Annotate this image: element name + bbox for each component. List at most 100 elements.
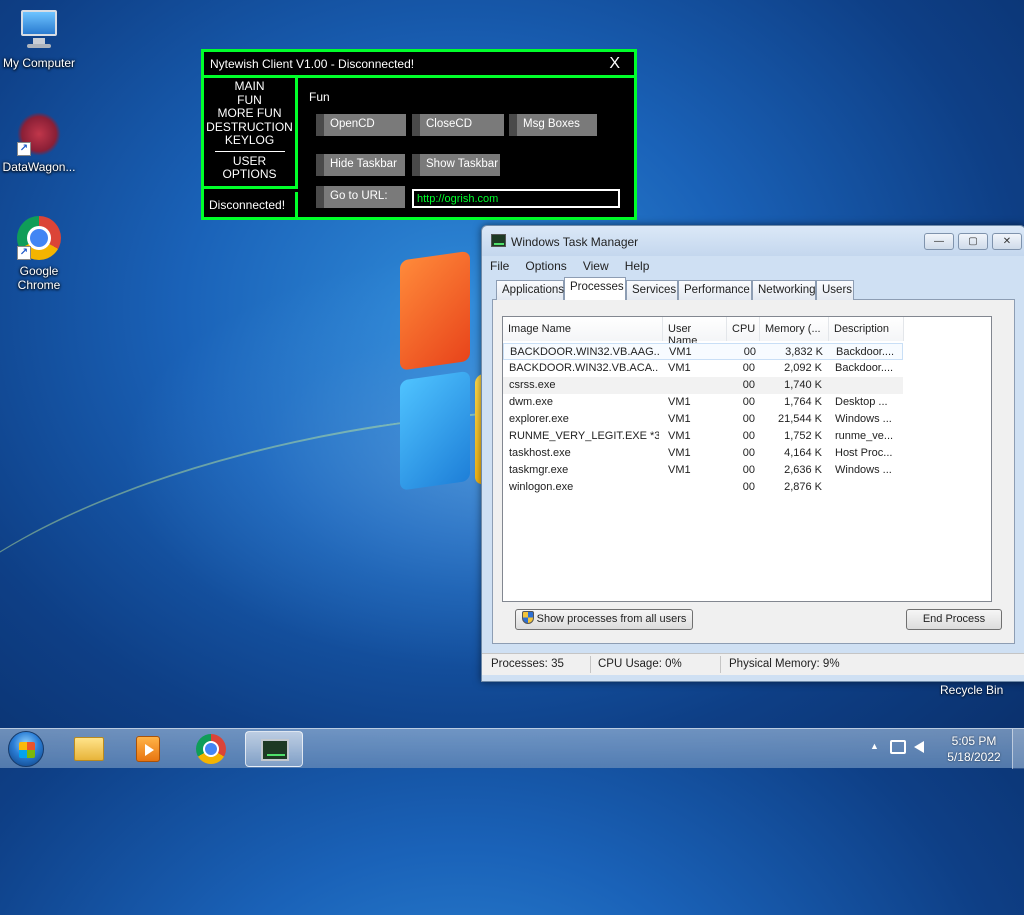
cell-desc: Backdoor....: [836, 346, 895, 358]
table-row[interactable]: RUNME_VERY_LEGIT.EXE *32 VM1 00 1,752 K runm…: [503, 428, 903, 445]
menu-item-more-fun[interactable]: MORE FUN: [204, 106, 295, 121]
status-bar: Processes: 35 CPU Usage: 0% Physical Mem…: [482, 653, 1024, 675]
menu-item-destruction[interactable]: DESTRUCTION: [204, 120, 295, 135]
start-button[interactable]: [8, 731, 44, 767]
show-all-processes-button[interactable]: Show processes from all users: [515, 609, 693, 630]
table-row[interactable]: BACKDOOR.WIN32.VB.AAG... VM1 00 3,832 K Back…: [503, 343, 903, 360]
closecd-button[interactable]: CloseCD: [412, 114, 504, 136]
cell-mem: 2,092 K: [784, 362, 822, 374]
cell-name: BACKDOOR.WIN32.VB.AAG...: [510, 346, 660, 358]
table-row[interactable]: BACKDOOR.WIN32.VB.ACA... VM1 00 2,092 K Back…: [503, 360, 903, 377]
cell-desc: runme_ve...: [835, 430, 894, 442]
desktop-icon-label: My Computer: [2, 56, 76, 70]
chrome-icon: [196, 734, 226, 764]
window-title: Windows Task Manager: [511, 235, 639, 249]
menu-item-main[interactable]: MAIN: [204, 79, 295, 94]
desktop-icon-label: DataWagon...: [2, 160, 76, 174]
network-icon[interactable]: [890, 740, 906, 754]
minimize-button[interactable]: —: [924, 233, 954, 250]
cell-mem: 1,764 K: [784, 396, 822, 408]
cell-mem: 2,636 K: [784, 464, 822, 476]
cell-mem: 21,544 K: [777, 413, 822, 425]
cell-user: VM1: [668, 430, 691, 442]
folder-icon: [74, 737, 104, 761]
url-input[interactable]: [412, 189, 620, 208]
taskbar: ▲ 5:05 PM 5/18/2022: [0, 728, 1024, 769]
hide-taskbar-button[interactable]: Hide Taskbar: [316, 154, 405, 176]
taskbar-task-manager[interactable]: [245, 731, 303, 767]
chrome-icon: ↗: [17, 216, 61, 260]
menu-options[interactable]: Options: [525, 256, 566, 276]
menu-divider: [214, 150, 285, 152]
recycle-bin-label[interactable]: Recycle Bin: [940, 683, 1003, 697]
column-memory[interactable]: Memory (...: [760, 317, 829, 341]
volume-icon[interactable]: [914, 741, 924, 753]
column-description[interactable]: Description: [829, 317, 904, 341]
menu-item-fun[interactable]: FUN: [204, 93, 295, 108]
close-button[interactable]: ✕: [992, 233, 1022, 250]
tab-networking[interactable]: Networking: [752, 280, 816, 300]
cell-cpu: 00: [742, 396, 755, 408]
msg-boxes-button[interactable]: Msg Boxes: [509, 114, 597, 136]
menu-help[interactable]: Help: [625, 256, 650, 276]
tab-applications[interactable]: Applications: [496, 280, 564, 300]
tab-performance[interactable]: Performance: [678, 280, 752, 300]
column-user-name[interactable]: User Name: [663, 317, 727, 347]
cell-cpu: 00: [742, 464, 755, 476]
cell-cpu: 00: [742, 447, 755, 459]
cell-user: VM1: [669, 346, 692, 358]
taskbar-media-player[interactable]: [120, 731, 178, 767]
go-to-url-button[interactable]: Go to URL:: [316, 186, 405, 208]
column-image-name[interactable]: Image Name: [503, 317, 663, 341]
show-desktop-button[interactable]: [1012, 729, 1024, 769]
tab-users[interactable]: Users: [816, 280, 854, 300]
cell-desc: Windows ...: [835, 464, 892, 476]
menu-item-options[interactable]: OPTIONS: [204, 167, 295, 182]
nytewish-title: Nytewish Client V1.00 - Disconnected!: [210, 57, 415, 71]
datawagon-icon: ↗: [17, 112, 61, 156]
cell-name: taskhost.exe: [509, 447, 571, 459]
taskbar-explorer[interactable]: [60, 731, 118, 767]
cell-mem: 1,752 K: [784, 430, 822, 442]
cell-user: VM1: [668, 464, 691, 476]
tray-expand-icon[interactable]: ▲: [870, 741, 879, 781]
column-cpu[interactable]: CPU: [727, 317, 760, 341]
cell-name: csrss.exe: [509, 379, 556, 391]
table-row[interactable]: taskhost.exe VM1 00 4,164 K Host Proc...: [503, 445, 903, 462]
end-process-button[interactable]: End Process: [906, 609, 1002, 630]
connection-status: Disconnected!: [204, 192, 298, 217]
cell-user: VM1: [668, 413, 691, 425]
cell-desc: Backdoor....: [835, 362, 894, 374]
menu-item-user[interactable]: USER: [204, 154, 295, 169]
taskbar-chrome[interactable]: [182, 731, 240, 767]
desktop-icon-chrome[interactable]: ↗ Google Chrome: [0, 216, 81, 292]
menu-item-keylog[interactable]: KEYLOG: [204, 133, 295, 148]
desktop-icon-datawagon[interactable]: ↗ DataWagon...: [0, 112, 81, 174]
cell-desc: Desktop ...: [835, 396, 888, 408]
status-physical-memory: Physical Memory: 9%: [729, 658, 840, 670]
desktop-icon-my-computer[interactable]: My Computer: [0, 8, 81, 70]
close-icon[interactable]: X: [609, 55, 620, 73]
task-manager-title-bar[interactable]: Windows Task Manager — ▢ ✕: [482, 226, 1024, 256]
table-row[interactable]: explorer.exe VM1 00 21,544 K Windows ...: [503, 411, 903, 428]
table-row[interactable]: dwm.exe VM1 00 1,764 K Desktop ...: [503, 394, 903, 411]
menu-view[interactable]: View: [583, 256, 609, 276]
table-row[interactable]: taskmgr.exe VM1 00 2,636 K Windows ...: [503, 462, 903, 479]
tab-services[interactable]: Services: [626, 280, 678, 300]
nytewish-title-bar[interactable]: Nytewish Client V1.00 - Disconnected! X: [204, 52, 634, 78]
cell-mem: 4,164 K: [784, 447, 822, 459]
section-title: Fun: [309, 90, 330, 104]
process-list[interactable]: Image Name User Name CPU Memory (... Des…: [502, 316, 992, 602]
cell-desc: Windows ...: [835, 413, 892, 425]
show-taskbar-button[interactable]: Show Taskbar: [412, 154, 500, 176]
cell-name: winlogon.exe: [509, 481, 574, 493]
cell-cpu: 00: [742, 379, 755, 391]
cell-cpu: 00: [742, 430, 755, 442]
table-row[interactable]: csrss.exe 00 1,740 K: [503, 377, 903, 394]
maximize-button[interactable]: ▢: [958, 233, 988, 250]
table-row[interactable]: winlogon.exe 00 2,876 K: [503, 479, 903, 496]
opencd-button[interactable]: OpenCD: [316, 114, 406, 136]
tab-processes[interactable]: Processes: [564, 277, 626, 300]
menu-file[interactable]: File: [490, 256, 509, 276]
clock[interactable]: 5:05 PM 5/18/2022: [944, 733, 1004, 765]
